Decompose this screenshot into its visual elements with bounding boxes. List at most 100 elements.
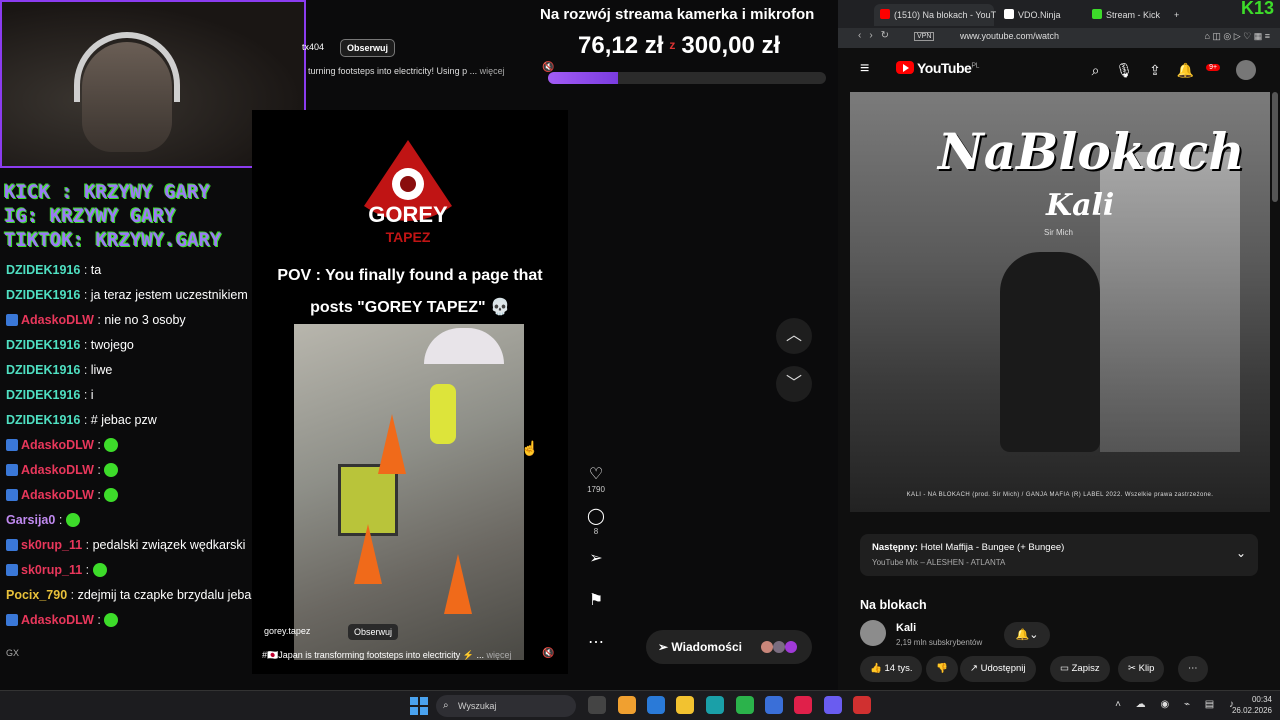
tab-label: Stream - Kick <box>1106 10 1161 20</box>
reel-username[interactable]: gorey.tapez <box>264 626 310 636</box>
clip-button[interactable]: ✂ Klip <box>1118 656 1165 682</box>
system-tray[interactable]: ˄ ☁ ◉ ⌁ ▤ ♪ <box>1115 699 1240 710</box>
dislike-button[interactable]: 👎 <box>926 656 958 682</box>
chat-text: ta <box>90 263 102 277</box>
bell-icon[interactable]: 🔔 <box>1177 62 1194 78</box>
chat-username[interactable]: DZIDEK1916 <box>6 388 80 402</box>
send-icon: ➢ <box>589 550 603 567</box>
taskbar-search[interactable]: ⌕ Wyszukaj <box>436 695 576 717</box>
channel-avatar[interactable] <box>860 620 886 646</box>
chat-username[interactable]: sk0rup_11 <box>21 563 82 577</box>
more-button[interactable]: ⋯ <box>584 632 608 674</box>
task-view-icon[interactable] <box>588 696 606 714</box>
chat-username[interactable]: AdaskoDLW <box>21 313 94 327</box>
store-icon[interactable] <box>647 696 665 714</box>
chat-text: pedalski związek wędkarski <box>92 538 246 552</box>
start-button[interactable] <box>410 697 428 715</box>
scrollbar[interactable] <box>1272 92 1278 202</box>
url-text[interactable]: www.youtube.com/watch <box>960 31 1059 41</box>
upload-icon[interactable]: ⇪ <box>1149 62 1161 78</box>
new-tab-button[interactable]: + <box>1168 4 1184 26</box>
next-reel-button[interactable]: ﹀ <box>776 366 812 402</box>
mic-icon[interactable]: 🎙 <box>1115 62 1133 78</box>
opera-icon[interactable] <box>794 696 812 714</box>
volume-icon[interactable]: 🔇 <box>542 62 554 73</box>
folder-icon[interactable] <box>676 696 694 714</box>
address-bar[interactable]: ‹›↻ VPN www.youtube.com/watch ⌂ ◫ ◎ ▷ ♡ … <box>838 28 1280 48</box>
save-button[interactable]: ⚑ <box>584 590 608 632</box>
subscriber-badge-icon <box>6 489 18 501</box>
reel-volume-icon[interactable]: 🔇 <box>542 648 554 659</box>
tab-youtube[interactable]: (1510) Na blokach - YouT <box>874 4 996 26</box>
copilot-icon[interactable] <box>618 696 636 714</box>
share-button[interactable]: ➢ <box>584 548 608 590</box>
stream-chat: DZIDEK1916 : ta DZIDEK1916 : ja teraz jes… <box>0 258 268 633</box>
share-button[interactable]: ↗ Udostępnij <box>960 656 1036 682</box>
bell-icon: 🔔⌄ <box>1015 629 1039 641</box>
kick-tab-icon <box>1092 9 1102 19</box>
chat-username[interactable]: DZIDEK1916 <box>6 288 80 302</box>
like-button[interactable]: ♡ 1790 <box>584 464 608 506</box>
chat-username[interactable]: Pocix_790 <box>6 588 67 602</box>
more-icon: ⋯ <box>588 634 604 651</box>
donation-separator: z <box>669 38 676 52</box>
chat-username[interactable]: DZIDEK1916 <box>6 363 80 377</box>
messages-button[interactable]: ➢ Wiadomości <box>646 630 812 664</box>
up-next-box[interactable]: Następny: Hotel Maffija - Bungee (+ Bung… <box>860 534 1258 576</box>
reel-player[interactable]: GOREY TAPEZ POV : You finally found a pa… <box>252 110 568 674</box>
avatar[interactable] <box>1236 60 1256 80</box>
reel-top-more-link[interactable]: więcej <box>480 66 505 76</box>
traffic-cone <box>378 414 406 474</box>
youtube-tab-icon <box>880 9 890 19</box>
chat-username[interactable]: AdaskoDLW <box>21 488 94 502</box>
chat-username[interactable]: DZIDEK1916 <box>6 263 80 277</box>
vpn-badge[interactable]: VPN <box>914 32 935 41</box>
chat-username[interactable]: AdaskoDLW <box>21 613 94 627</box>
video-player[interactable]: NaBlokach Kali Sir Mich KALI - NA BLOKAC… <box>850 92 1270 512</box>
tab-kick[interactable]: Stream - Kick <box>1086 4 1170 26</box>
app-icon[interactable] <box>765 696 783 714</box>
prev-reel-button[interactable]: ︿ <box>776 318 812 354</box>
youtube-logo[interactable]: YouTubePL <box>896 60 979 76</box>
obs-icon[interactable] <box>853 696 871 714</box>
chat-message: DZIDEK1916 : liwe <box>6 363 113 377</box>
chat-username[interactable]: AdaskoDLW <box>21 438 94 452</box>
edge-icon[interactable] <box>706 696 724 714</box>
comment-button[interactable]: ◯ 8 <box>584 506 608 548</box>
like-count: 14 tys. <box>884 663 913 674</box>
reel-title-line2: posts "GOREY TAPEZ" 💀 <box>310 299 510 316</box>
thumbs-up-icon: 👍 <box>870 663 882 674</box>
heart-icon: ♡ <box>588 466 604 483</box>
hamburger-menu-icon[interactable]: ≡ <box>860 60 869 78</box>
up-next-label: Następny: <box>872 542 918 553</box>
reel-follow-button[interactable]: Obserwuj <box>348 624 399 640</box>
nav-buttons[interactable]: ‹›↻ <box>858 30 897 41</box>
send-icon: ➢ <box>658 640 669 654</box>
reel-more-link[interactable]: więcej <box>487 650 512 660</box>
more-actions-button[interactable]: ⋯ <box>1178 656 1208 682</box>
chat-username[interactable]: DZIDEK1916 <box>6 413 80 427</box>
chat-message: Pocix_790 : zdejmij ta czapke brzydalu j… <box>6 588 259 602</box>
reel-video-frame[interactable] <box>294 324 524 660</box>
discord-icon[interactable] <box>824 696 842 714</box>
chat-username[interactable]: sk0rup_11 <box>21 538 82 552</box>
subscribe-bell-button[interactable]: 🔔⌄ <box>1004 622 1050 648</box>
reel-top-follow-button[interactable]: Obserwuj <box>340 39 396 57</box>
channel-name[interactable]: Kali <box>896 622 916 634</box>
thumb-artist: Kali <box>1046 188 1115 223</box>
chevron-down-icon[interactable]: ⌄ <box>1236 546 1246 560</box>
chat-username[interactable]: AdaskoDLW <box>21 463 94 477</box>
subscriber-badge-icon <box>6 314 18 326</box>
search-icon[interactable]: ⌕ <box>1092 62 1100 78</box>
reel-top-username[interactable]: tx404 <box>302 42 324 52</box>
like-button[interactable]: 👍 14 tys. <box>860 656 923 682</box>
save-button[interactable]: ▭ Zapisz <box>1050 656 1110 682</box>
reel-caption: #🇯🇵Japan is transforming footsteps into … <box>262 650 512 661</box>
chat-text: zdejmij ta czapke brzydalu jeban <box>77 588 259 602</box>
chat-username[interactable]: Garsija0 <box>6 513 55 527</box>
chat-username[interactable]: DZIDEK1916 <box>6 338 80 352</box>
xbox-icon[interactable] <box>736 696 754 714</box>
extension-icons[interactable]: ⌂ ◫ ◎ ▷ ♡ ▦ ≡ <box>1204 31 1270 42</box>
clock[interactable]: 00:34 26.02.2026 <box>1232 694 1272 716</box>
tab-vdo-ninja[interactable]: VDO.Ninja <box>998 4 1082 26</box>
